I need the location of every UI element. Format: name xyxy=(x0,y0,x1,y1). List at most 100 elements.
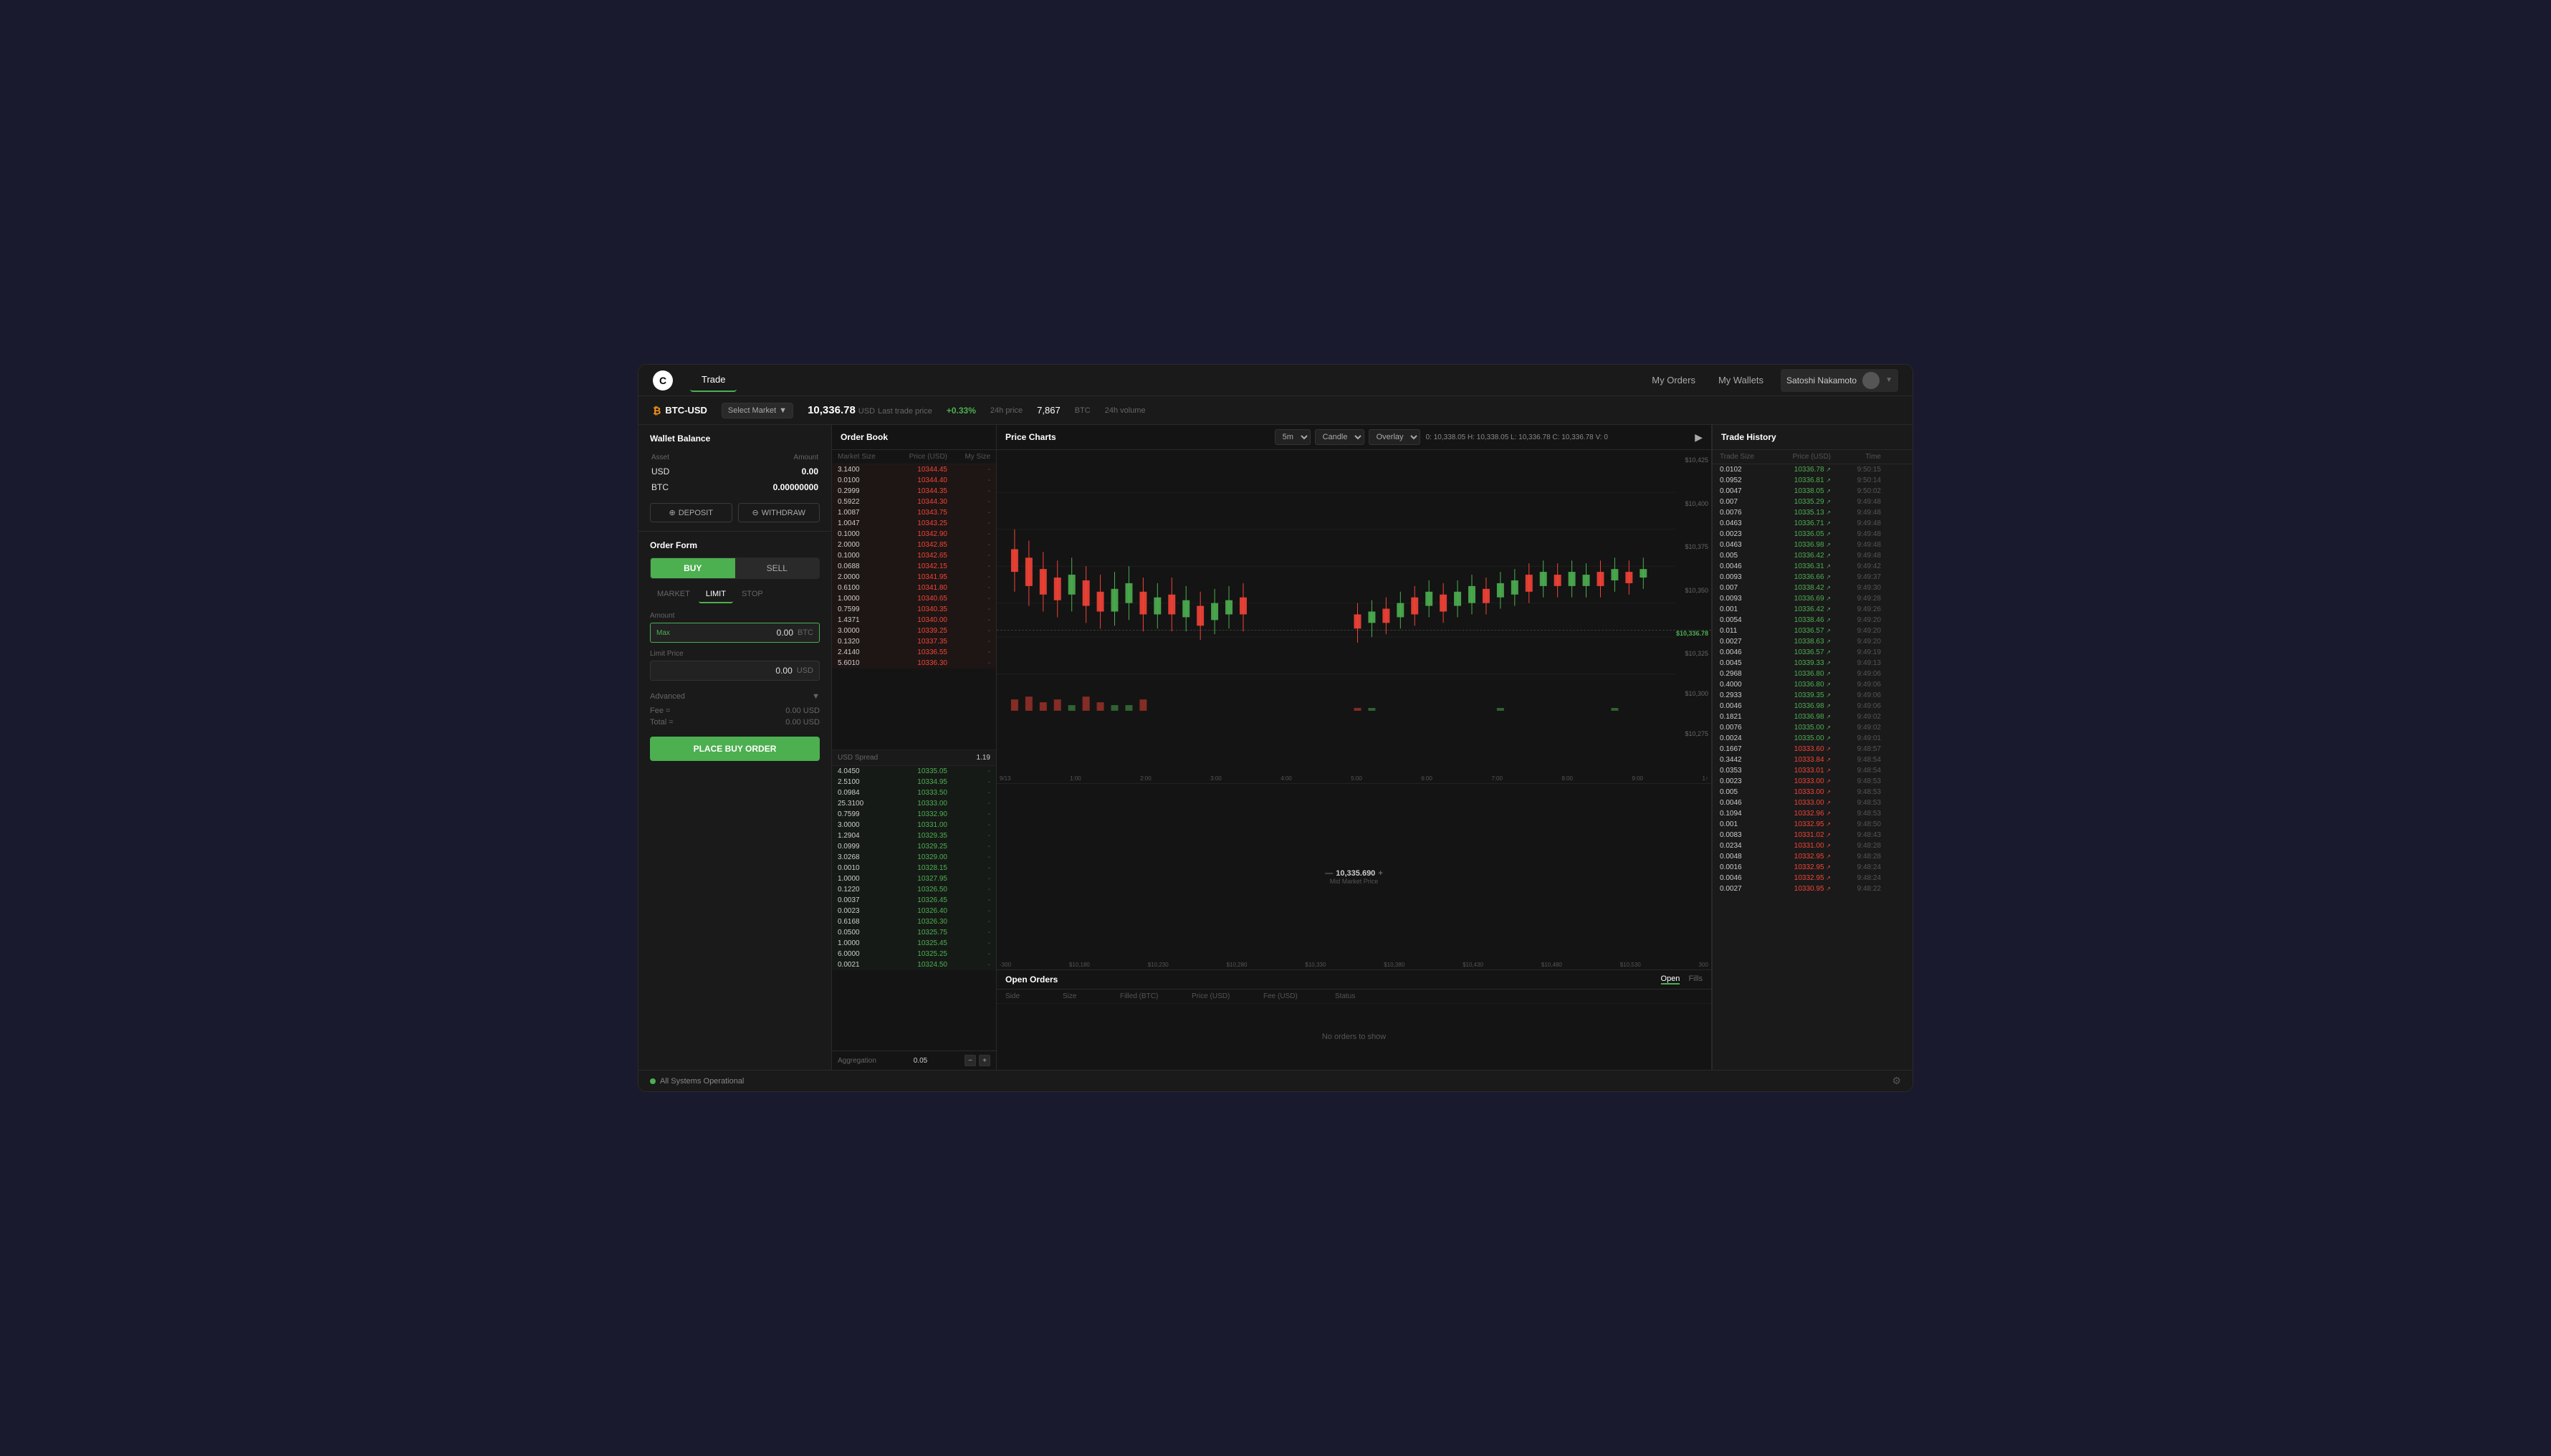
bid-row[interactable]: 1.0000 10325.45 - xyxy=(832,938,996,949)
th-size: 0.0054 xyxy=(1720,616,1759,624)
my-wallets-button[interactable]: My Wallets xyxy=(1713,372,1769,388)
advanced-toggle[interactable]: Advanced ▼ xyxy=(650,688,820,705)
ask-row[interactable]: 0.1000 10342.90 - xyxy=(832,529,996,540)
ask-row[interactable]: 0.0100 10344.40 - xyxy=(832,475,996,486)
bid-row[interactable]: 0.0010 10328.15 - xyxy=(832,863,996,873)
ask-row[interactable]: 2.4140 10336.55 - xyxy=(832,647,996,658)
th-size: 0.0027 xyxy=(1720,638,1759,646)
aggregation-plus-button[interactable]: + xyxy=(979,1055,990,1066)
trade-history-row: 0.0027 10330.95 ↗ 9:48:22 xyxy=(1713,883,1913,894)
th-size: 0.0083 xyxy=(1720,831,1759,839)
play-button[interactable]: ▶ xyxy=(1695,431,1703,444)
th-time: 9:48:53 xyxy=(1831,799,1881,807)
bid-row[interactable]: 6.0000 10325.25 - xyxy=(832,949,996,959)
deposit-button[interactable]: ⊕ DEPOSIT xyxy=(650,503,732,522)
ask-row[interactable]: 1.0000 10340.65 - xyxy=(832,593,996,604)
th-time: 9:49:06 xyxy=(1831,670,1881,678)
ask-row[interactable]: 0.7599 10340.35 - xyxy=(832,604,996,615)
bid-row[interactable]: 25.3100 10333.00 - xyxy=(832,798,996,809)
th-price: 10339.35 ↗ xyxy=(1759,691,1831,699)
amount-col-header: Amount xyxy=(700,452,818,463)
ask-row[interactable]: 1.0047 10343.25 - xyxy=(832,518,996,529)
ask-row[interactable]: 1.4371 10340.00 - xyxy=(832,615,996,626)
bid-row[interactable]: 0.1220 10326.50 - xyxy=(832,884,996,895)
open-tab[interactable]: Open xyxy=(1661,974,1680,985)
th-size: 0.0047 xyxy=(1720,487,1759,495)
ask-row[interactable]: 0.1320 10337.35 - xyxy=(832,636,996,647)
trade-history-row: 0.0076 10335.00 ↗ 9:49:02 xyxy=(1713,722,1913,733)
my-orders-button[interactable]: My Orders xyxy=(1646,372,1701,388)
bid-row[interactable]: 1.2904 10329.35 - xyxy=(832,830,996,841)
place-order-button[interactable]: PLACE BUY ORDER xyxy=(650,737,820,761)
select-market-button[interactable]: Select Market ▼ xyxy=(722,403,793,418)
bid-row[interactable]: 2.5100 10334.95 - xyxy=(832,777,996,787)
bid-row[interactable]: 0.0500 10325.75 - xyxy=(832,927,996,938)
my-size-col: My Size xyxy=(947,453,990,461)
ask-row[interactable]: 3.1400 10344.45 - xyxy=(832,464,996,475)
bid-row[interactable]: 3.0000 10331.00 - xyxy=(832,820,996,830)
ask-row[interactable]: 2.0000 10341.95 - xyxy=(832,572,996,583)
bid-row[interactable]: 0.6168 10326.30 - xyxy=(832,916,996,927)
chart-type-select[interactable]: Candle xyxy=(1315,429,1364,445)
bid-row[interactable]: 0.7599 10332.90 - xyxy=(832,809,996,820)
bid-row[interactable]: 0.0021 10324.50 - xyxy=(832,959,996,970)
ask-row[interactable]: 5.6010 10336.30 - xyxy=(832,658,996,669)
th-time: 9:49:48 xyxy=(1831,552,1881,560)
chevron-down-icon: ▼ xyxy=(779,406,787,415)
aggregation-minus-button[interactable]: − xyxy=(965,1055,976,1066)
ask-row[interactable]: 0.5922 10344.30 - xyxy=(832,497,996,507)
user-menu[interactable]: Satoshi Nakamoto ▼ xyxy=(1781,369,1898,392)
timeframe-select[interactable]: 5m xyxy=(1275,429,1311,445)
nav-tab-trade[interactable]: Trade xyxy=(690,368,737,392)
ask-row[interactable]: 0.6100 10341.80 - xyxy=(832,583,996,593)
stop-order-tab[interactable]: STOP xyxy=(734,586,770,603)
th-size: 0.011 xyxy=(1720,627,1759,635)
th-time: 9:49:13 xyxy=(1831,659,1881,667)
usd-label: USD xyxy=(651,464,699,479)
ask-row[interactable]: 2.0000 10342.85 - xyxy=(832,540,996,550)
sell-button[interactable]: SELL xyxy=(735,558,820,578)
th-price: 10332.95 ↗ xyxy=(1759,853,1831,861)
max-label[interactable]: Max xyxy=(656,629,670,637)
th-time: 9:49:02 xyxy=(1831,713,1881,721)
side-col: Side xyxy=(1005,992,1063,1000)
bid-row[interactable]: 0.0984 10333.50 - xyxy=(832,787,996,798)
market-order-tab[interactable]: MARKET xyxy=(650,586,697,603)
buy-button[interactable]: BUY xyxy=(651,558,735,578)
trade-history-row: 0.0076 10335.13 ↗ 9:49:48 xyxy=(1713,507,1913,518)
bid-row[interactable]: 3.0268 10329.00 - xyxy=(832,852,996,863)
trade-history-row: 0.0046 10336.57 ↗ 9:49:19 xyxy=(1713,647,1913,658)
bid-row[interactable]: 0.0999 10329.25 - xyxy=(832,841,996,852)
th-price: 10333.60 ↗ xyxy=(1759,745,1831,753)
ask-row[interactable]: 1.0087 10343.75 - xyxy=(832,507,996,518)
th-time: 9:49:48 xyxy=(1831,498,1881,506)
th-size: 0.0023 xyxy=(1720,777,1759,785)
ask-row[interactable]: 0.2999 10344.35 - xyxy=(832,486,996,497)
trade-history-row: 0.005 10333.00 ↗ 9:48:53 xyxy=(1713,787,1913,798)
arrow-down-icon: ↗ xyxy=(1826,800,1831,806)
limit-order-tab[interactable]: LIMIT xyxy=(699,586,733,603)
th-price: 10330.95 ↗ xyxy=(1759,885,1831,893)
bid-row[interactable]: 4.0450 10335.05 - xyxy=(832,766,996,777)
depth-chart-area: — 10,335.690 + Mid Market Price -300 $10… xyxy=(997,783,1711,969)
trade-history-row: 0.011 10336.57 ↗ 9:49:20 xyxy=(1713,626,1913,636)
bid-row[interactable]: 0.0023 10326.40 - xyxy=(832,906,996,916)
ask-row[interactable]: 3.0000 10339.25 - xyxy=(832,626,996,636)
ask-row[interactable]: 0.0688 10342.15 - xyxy=(832,561,996,572)
bid-row[interactable]: 0.0037 10326.45 - xyxy=(832,895,996,906)
ask-row[interactable]: 0.1000 10342.65 - xyxy=(832,550,996,561)
no-orders-message: No orders to show xyxy=(997,1004,1711,1070)
settings-icon[interactable]: ⚙ xyxy=(1892,1075,1901,1087)
th-size: 0.1094 xyxy=(1720,810,1759,818)
th-size: 0.001 xyxy=(1720,605,1759,613)
th-time: 9:48:57 xyxy=(1831,745,1881,753)
th-size: 0.0023 xyxy=(1720,530,1759,538)
asset-col-header: Asset xyxy=(651,452,699,463)
withdraw-button[interactable]: ⊖ WITHDRAW xyxy=(738,503,820,522)
bid-row[interactable]: 1.0000 10327.95 - xyxy=(832,873,996,884)
arrow-down-icon: ↗ xyxy=(1826,767,1831,774)
overlay-select[interactable]: Overlay xyxy=(1369,429,1420,445)
time-labels: 9/13 1:00 2:00 3:00 4:00 5:00 6:00 7:00 … xyxy=(997,775,1711,782)
trading-pair: ₿ BTC-USD xyxy=(653,405,707,416)
fills-tab[interactable]: Fills xyxy=(1688,974,1703,985)
